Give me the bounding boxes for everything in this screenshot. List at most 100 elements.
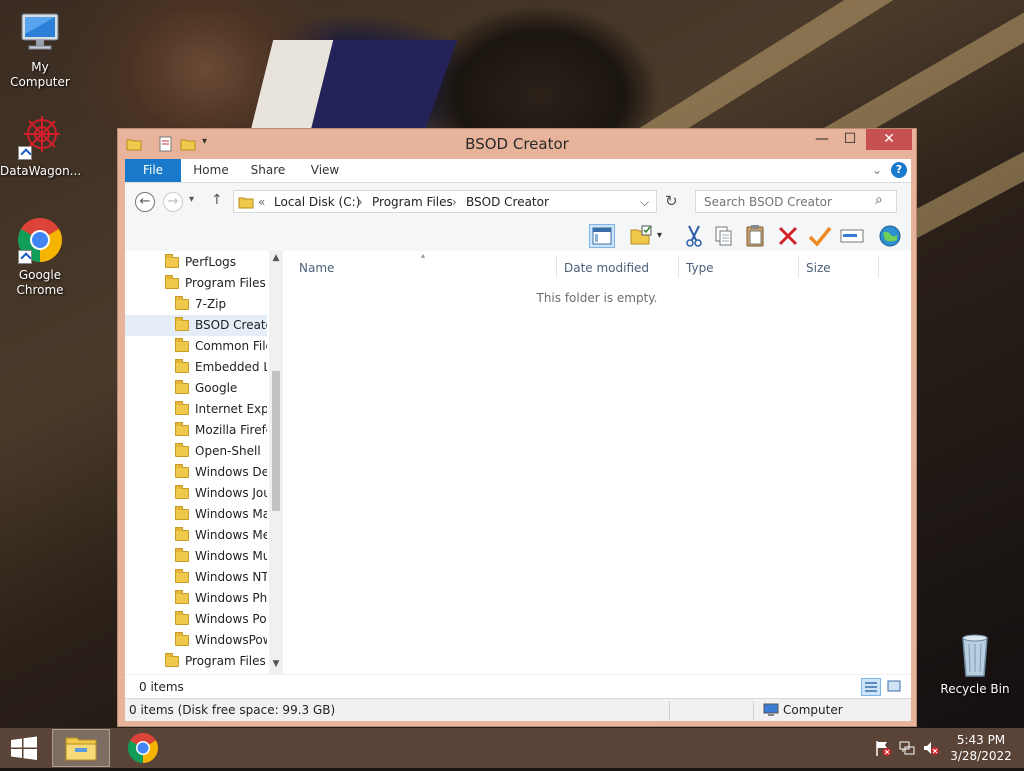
address-dropdown-icon[interactable]: ⌵	[640, 195, 649, 210]
column-header-type[interactable]: Type	[680, 256, 798, 280]
breadcrumb-overflow[interactable]: «	[258, 195, 265, 209]
back-button[interactable]: ←	[135, 192, 155, 212]
breadcrumb-local-disk[interactable]: Local Disk (C:)	[274, 195, 360, 209]
properties-icon[interactable]	[629, 224, 655, 248]
nav-tree-item[interactable]: 7-Zip	[125, 294, 267, 315]
nav-tree-item[interactable]: Program Files (	[125, 651, 267, 672]
taskbar-google-chrome[interactable]	[114, 729, 172, 767]
cut-icon[interactable]	[681, 224, 707, 248]
computer-icon	[763, 702, 779, 721]
breadcrumb-bsod-creator[interactable]: BSOD Creator	[466, 195, 549, 209]
column-header-size[interactable]: Size	[800, 256, 880, 280]
nav-tree-item[interactable]: Mozilla Firefo	[125, 420, 267, 441]
taskbar-file-explorer[interactable]	[52, 729, 110, 767]
command-toolbar: ▾	[125, 221, 911, 251]
nav-tree-item[interactable]: Windows Mu	[125, 546, 267, 567]
tab-home[interactable]: Home	[191, 159, 231, 182]
action-center-flag-icon[interactable]	[874, 739, 892, 757]
nav-tree-item[interactable]: Windows Por	[125, 609, 267, 630]
taskbar: 5:43 PM 3/28/2022	[0, 728, 1024, 768]
checkmark-icon[interactable]	[807, 224, 833, 248]
file-list-pane[interactable]: ▴ Name Date modified Type Size This fold…	[283, 251, 911, 674]
scroll-up-icon[interactable]: ▲	[271, 253, 281, 265]
desktop-icon-google-chrome[interactable]: Google Chrome	[0, 216, 80, 298]
nav-tree-item[interactable]: Windows Def	[125, 462, 267, 483]
rename-icon[interactable]	[839, 224, 865, 248]
close-button[interactable]: ✕	[866, 129, 912, 150]
up-button[interactable]: ↑	[211, 192, 223, 208]
nav-tree-item[interactable]: Windows Ma	[125, 504, 267, 525]
column-header-name[interactable]: Name	[293, 256, 553, 280]
nav-tree-item[interactable]: Internet Explo	[125, 399, 267, 420]
volume-muted-icon[interactable]	[922, 739, 940, 757]
forward-button[interactable]: →	[163, 192, 183, 212]
column-divider[interactable]	[678, 256, 679, 278]
start-button[interactable]	[0, 728, 48, 768]
refresh-button[interactable]: ↻	[665, 192, 678, 210]
column-divider[interactable]	[878, 256, 879, 278]
breadcrumb-program-files[interactable]: Program Files	[372, 195, 453, 209]
chrome-icon	[16, 216, 64, 264]
desktop-icon-my-computer[interactable]: My Computer	[0, 8, 80, 90]
nav-tree-item[interactable]: Embedded Lo	[125, 357, 267, 378]
search-input[interactable]	[695, 190, 897, 213]
delete-icon[interactable]	[775, 224, 801, 248]
paste-icon[interactable]	[743, 224, 769, 248]
taskbar-clock[interactable]: 5:43 PM 3/28/2022	[948, 732, 1014, 764]
copy-icon[interactable]	[711, 224, 737, 248]
tab-share[interactable]: Share	[248, 159, 288, 182]
nav-tree-item[interactable]: Windows Jou	[125, 483, 267, 504]
nav-tree-item-label: Windows Mu	[195, 546, 267, 567]
folder-icon	[175, 299, 189, 310]
nav-tree-item[interactable]: Google	[125, 378, 267, 399]
help-icon[interactable]: ?	[891, 162, 907, 178]
internet-icon[interactable]	[877, 224, 903, 248]
network-icon[interactable]	[898, 739, 916, 757]
desktop-icon-label: Google Chrome	[10, 268, 70, 298]
column-divider[interactable]	[798, 256, 799, 278]
tab-file[interactable]: File	[125, 159, 181, 182]
desktop-icon-recycle-bin[interactable]: Recycle Bin	[935, 630, 1015, 697]
breadcrumb-separator[interactable]: ›	[358, 195, 363, 209]
large-icons-view-icon[interactable]	[885, 678, 905, 696]
tab-view[interactable]: View	[305, 159, 345, 182]
nav-tree-item[interactable]: Windows Pho	[125, 588, 267, 609]
scroll-down-icon[interactable]: ▼	[271, 659, 281, 671]
folder-icon	[175, 614, 189, 625]
nav-tree-item[interactable]: Windows Me	[125, 525, 267, 546]
address-bar[interactable]: « Local Disk (C:) › Program Files › BSOD…	[233, 190, 657, 213]
nav-tree-item[interactable]: WindowsPow	[125, 630, 267, 651]
nav-tree-item[interactable]: Program Files	[125, 273, 267, 294]
title-bar[interactable]: ▾ BSOD Creator — ☐ ✕	[118, 129, 916, 159]
preview-pane-icon[interactable]	[589, 224, 615, 248]
folder-icon	[175, 383, 189, 394]
nav-pane-scrollbar[interactable]: ▲▼	[269, 251, 283, 674]
folder-icon	[165, 278, 179, 289]
explorer-window[interactable]: ▾ BSOD Creator — ☐ ✕ File Home Share Vie…	[117, 128, 917, 727]
ribbon-expand-chevron-icon[interactable]: ⌄	[869, 159, 885, 182]
nav-tree-item[interactable]: Common File	[125, 336, 267, 357]
breadcrumb-separator[interactable]: ›	[452, 195, 457, 209]
nav-tree-item-label: Windows NT	[195, 567, 267, 588]
minimize-button[interactable]: —	[808, 129, 836, 150]
desktop-icon-label: DataWagon...	[0, 164, 80, 179]
details-view-icon[interactable]	[861, 678, 881, 696]
nav-tree-item[interactable]: PerfLogs	[125, 252, 267, 273]
recent-locations-dropdown[interactable]: ▾	[189, 194, 194, 205]
nav-tree-item-label: Google	[195, 378, 237, 399]
nav-tree-item[interactable]: Windows NT	[125, 567, 267, 588]
column-header-date-modified[interactable]: Date modified	[558, 256, 678, 280]
nav-tree-item[interactable]: BSOD Creato	[125, 315, 267, 336]
nav-tree-item-label: Windows Ma	[195, 504, 267, 525]
properties-dropdown-icon[interactable]: ▾	[657, 230, 662, 241]
column-divider[interactable]	[556, 256, 557, 278]
status-divider	[753, 701, 754, 720]
desktop-icon-datawagon[interactable]: DataWagon...	[0, 112, 80, 179]
recycle-bin-icon	[951, 630, 999, 678]
scrollbar-thumb[interactable]	[272, 371, 280, 511]
maximize-button[interactable]: ☐	[836, 129, 864, 150]
folder-icon	[175, 341, 189, 352]
shortcut-arrow-icon	[18, 146, 32, 160]
nav-tree-item[interactable]: Open-Shell	[125, 441, 267, 462]
folder-icon	[175, 551, 189, 562]
